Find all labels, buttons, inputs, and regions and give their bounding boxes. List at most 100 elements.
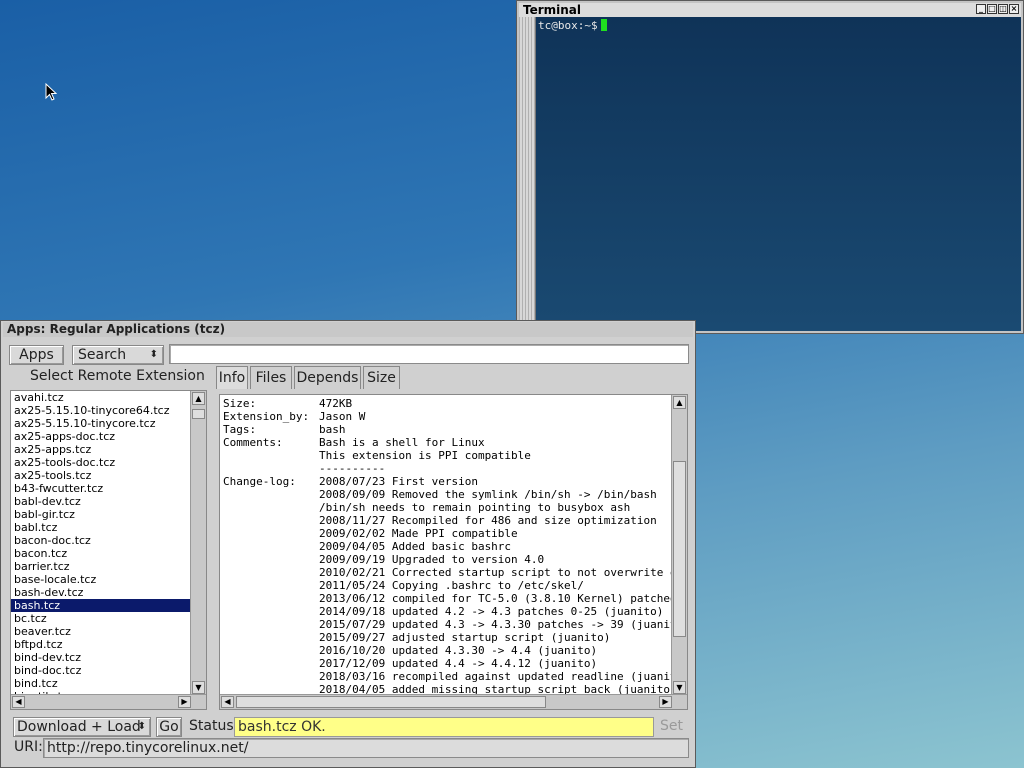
list-item[interactable]: ax25-apps-doc.tcz — [11, 430, 192, 443]
list-item[interactable]: b43-fwcutter.tcz — [11, 482, 192, 495]
list-item[interactable]: bash.tcz — [11, 599, 192, 612]
info-value: 2015/07/29 updated 4.3 -> 4.3.30 patches… — [319, 618, 671, 631]
info-value: Bash is a shell for Linux — [319, 436, 485, 449]
info-row: 2017/12/09 updated 4.4 -> 4.4.12 (juanit… — [223, 657, 671, 670]
info-key — [223, 631, 319, 644]
search-input[interactable] — [169, 344, 689, 364]
extension-list-hscrollbar[interactable]: ◀ ▶ — [11, 694, 206, 709]
apps-menu-button[interactable]: Apps — [9, 345, 64, 365]
info-value: 2009/02/02 Made PPI compatible — [319, 527, 518, 540]
list-item[interactable]: bc.tcz — [11, 612, 192, 625]
search-mode-label: Search — [78, 347, 127, 363]
list-item[interactable]: avahi.tcz — [11, 391, 192, 404]
apps-window[interactable]: Apps: Regular Applications (tcz) Apps Se… — [0, 320, 696, 768]
status-label: Status — [189, 718, 234, 734]
info-scroll-up-arrow-icon[interactable]: ▲ — [673, 396, 686, 409]
list-item[interactable]: ax25-tools.tcz — [11, 469, 192, 482]
info-row: 2015/07/29 updated 4.3 -> 4.3.30 patches… — [223, 618, 671, 631]
shade-button[interactable]: _ — [976, 4, 986, 14]
set-button[interactable]: Set — [660, 718, 683, 734]
action-select[interactable]: Download + Load ⬍ — [13, 717, 151, 737]
info-row: 2013/06/12 compiled for TC-5.0 (3.8.10 K… — [223, 592, 671, 605]
list-item[interactable]: base-locale.tcz — [11, 573, 192, 586]
info-value: /bin/sh needs to remain pointing to busy… — [319, 501, 631, 514]
info-key: Change-log: — [223, 475, 296, 488]
info-row: Comments: Bash is a shell for Linux — [223, 436, 671, 449]
list-item[interactable]: bind-dev.tcz — [11, 651, 192, 664]
info-row: Size: 472KB — [223, 397, 671, 410]
list-item[interactable]: bind.tcz — [11, 677, 192, 690]
extension-list[interactable]: avahi.tcz ax25-5.15.10-tinycore64.tcz ax25… — [10, 390, 207, 710]
info-pane[interactable]: Size: 472KB Extension_by: Jason W Tags: bash C… — [219, 394, 688, 710]
info-row: Tags: bash — [223, 423, 671, 436]
tab-info[interactable]: Info — [216, 366, 248, 389]
scroll-left-arrow-icon[interactable]: ◀ — [12, 696, 25, 708]
uri-field[interactable]: http://repo.tinycorelinux.net/ — [43, 738, 689, 758]
search-mode-select[interactable]: Search ⬍ — [72, 345, 164, 365]
list-item[interactable]: barrier.tcz — [11, 560, 192, 573]
list-item[interactable]: bind-doc.tcz — [11, 664, 192, 677]
info-value: 2008/07/23 First version — [319, 475, 478, 488]
close-button[interactable]: × — [1009, 4, 1019, 14]
terminal-scrollbar[interactable] — [519, 17, 536, 331]
list-item[interactable]: bash-dev.tcz — [11, 586, 192, 599]
scroll-up-arrow-icon[interactable]: ▲ — [192, 392, 205, 405]
info-scroll-right-arrow-icon[interactable]: ▶ — [659, 696, 672, 708]
info-hscroll-thumb[interactable] — [236, 696, 546, 708]
scroll-down-arrow-icon[interactable]: ▼ — [192, 681, 205, 694]
info-hscrollbar[interactable]: ◀ ▶ — [220, 694, 687, 709]
info-row: 2009/04/05 Added basic bashrc — [223, 540, 671, 553]
info-scroll-thumb[interactable] — [673, 461, 686, 637]
list-item[interactable]: babl-dev.tcz — [11, 495, 192, 508]
info-value: 2017/12/09 updated 4.4 -> 4.4.12 (juanit… — [319, 657, 598, 670]
list-item[interactable]: bacon.tcz — [11, 547, 192, 560]
list-item[interactable]: beaver.tcz — [11, 625, 192, 638]
info-value: bash — [319, 423, 346, 436]
terminal-window[interactable]: Terminal _ □ ◫ × tc@box:~$ — [516, 0, 1024, 334]
tab-files[interactable]: Files — [250, 366, 292, 389]
info-key — [223, 527, 319, 540]
list-item[interactable]: babl-gir.tcz — [11, 508, 192, 521]
apps-title: Apps: Regular Applications (tcz) — [7, 322, 226, 336]
list-item[interactable]: ax25-tools-doc.tcz — [11, 456, 192, 469]
go-button[interactable]: Go — [156, 717, 182, 737]
info-key: Size: — [223, 397, 257, 410]
info-key: Comments: — [223, 436, 283, 449]
minimize-button[interactable]: □ — [987, 4, 997, 14]
info-row: 2008/09/09 Removed the symlink /bin/sh -… — [223, 488, 671, 501]
info-row: 2009/02/02 Made PPI compatible — [223, 527, 671, 540]
list-item[interactable]: bacon-doc.tcz — [11, 534, 192, 547]
extension-list-vscrollbar[interactable]: ▲ ▼ — [190, 391, 206, 695]
info-value: 2008/11/27 Recompiled for 486 and size o… — [319, 514, 657, 527]
tab-size[interactable]: Size — [363, 366, 400, 389]
extension-list-scroll-thumb[interactable] — [192, 409, 205, 419]
info-content: Size: 472KB Extension_by: Jason W Tags: bash C… — [223, 397, 671, 696]
maximize-button[interactable]: ◫ — [998, 4, 1008, 14]
info-vscrollbar[interactable]: ▲ ▼ — [671, 395, 687, 695]
info-key — [223, 579, 319, 592]
info-scroll-down-arrow-icon[interactable]: ▼ — [673, 681, 686, 694]
info-row: 2009/09/19 Upgraded to version 4.0 — [223, 553, 671, 566]
terminal-titlebar[interactable]: Terminal _ □ ◫ × — [519, 3, 1021, 17]
info-value: 2014/09/18 updated 4.2 -> 4.3 patches 0-… — [319, 605, 664, 618]
info-value: Jason W — [319, 410, 366, 423]
terminal-screen[interactable]: tc@box:~$ — [536, 17, 1021, 331]
info-key — [223, 540, 319, 553]
tab-depends[interactable]: Depends — [294, 366, 361, 389]
list-item[interactable]: bftpd.tcz — [11, 638, 192, 651]
info-key — [223, 449, 319, 462]
info-value: 2010/02/21 Corrected startup script to n… — [319, 566, 671, 579]
apps-titlebar[interactable]: Apps: Regular Applications (tcz) — [3, 322, 693, 337]
info-row: 2014/09/18 updated 4.2 -> 4.3 patches 0-… — [223, 605, 671, 618]
info-key — [223, 670, 319, 683]
info-value: 2015/09/27 adjusted startup script (juan… — [319, 631, 611, 644]
info-key — [223, 644, 319, 657]
info-scroll-left-arrow-icon[interactable]: ◀ — [221, 696, 234, 708]
info-row: /bin/sh needs to remain pointing to busy… — [223, 501, 671, 514]
list-item[interactable]: ax25-apps.tcz — [11, 443, 192, 456]
info-row: This extension is PPI compatible — [223, 449, 671, 462]
list-item[interactable]: ax25-5.15.10-tinycore.tcz — [11, 417, 192, 430]
list-item[interactable]: ax25-5.15.10-tinycore64.tcz — [11, 404, 192, 417]
list-item[interactable]: babl.tcz — [11, 521, 192, 534]
scroll-right-arrow-icon[interactable]: ▶ — [178, 696, 191, 708]
